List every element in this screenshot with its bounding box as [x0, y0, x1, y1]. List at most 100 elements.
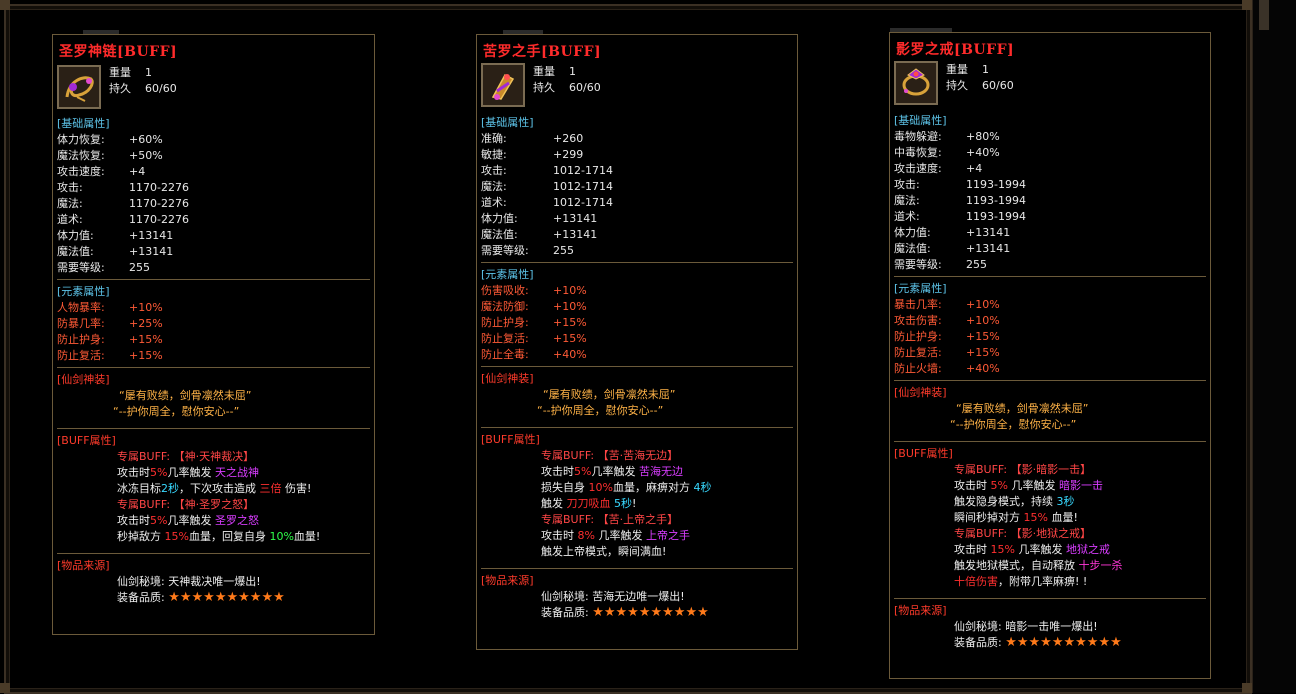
stat-row: 体力值: +13141: [481, 212, 598, 225]
divider: [57, 428, 370, 429]
buff-segment: 几率触发: [1007, 479, 1059, 492]
element-row: 防止火墙: +40%: [894, 362, 1000, 375]
buff-segment: 血量!: [1047, 511, 1078, 524]
basic-attributes-header: [基础属性]: [481, 116, 534, 129]
buff-segment: 冰冻目标: [117, 482, 161, 495]
buff-segment: 十倍伤害: [954, 575, 998, 588]
buff-segment: 损失自身: [541, 481, 589, 494]
ring-icon[interactable]: [894, 61, 938, 105]
buff-segment: 专属BUFF: 【影·暗影一击】: [954, 463, 1092, 476]
divider: [481, 427, 793, 428]
quality-stars: ★★★★★★★★★★: [1005, 635, 1122, 650]
element-row: 魔法防御: +10%: [481, 300, 587, 313]
buff-line: 秒掉敌方 15%血量，回复自身 10%血量!: [117, 529, 370, 545]
gauntlet-bracelet-icon[interactable]: [481, 63, 525, 107]
element-row: 防止复活: +15%: [894, 346, 1000, 359]
buff-segment: 5%: [990, 479, 1008, 492]
set-header: [仙剑神装]: [57, 373, 110, 386]
tooltip-tab: [503, 30, 543, 34]
set-header: [仙剑神装]: [894, 386, 947, 399]
element-row: 暴击几率: +10%: [894, 298, 1000, 311]
stat-row: 魔法值: +13141: [894, 242, 1011, 255]
weight-row: 重量 1: [946, 63, 989, 76]
buff-line: 攻击时 5% 几率触发 暗影一击: [954, 478, 1206, 494]
buff-line: 专属BUFF: 【神·天神裁决】: [117, 449, 370, 465]
source-line: 仙剑秘境: 暗影一击唯一爆出!: [954, 620, 1098, 633]
basic-attributes-header: [基础属性]: [57, 117, 110, 130]
quality-row: 装备品质: ★★★★★★★★★★: [117, 590, 285, 605]
divider: [894, 441, 1206, 442]
buff-segment: 瞬间秒掉对方: [954, 511, 1024, 524]
divider: [481, 366, 793, 367]
tooltip-tab: [890, 28, 952, 32]
basic-attributes-section: [基础属性] 体力恢复: +60% 魔法恢复: +50% 攻击速度: +4 攻击: 11…: [57, 116, 370, 606]
quality-stars: ★★★★★★★★★★: [168, 590, 285, 605]
frame-corner: [1242, 0, 1252, 10]
element-row: 攻击伤害: +10%: [894, 314, 1000, 327]
buff-segment: 天之战神: [214, 466, 259, 479]
stat-row: 体力值: +13141: [894, 226, 1011, 239]
buff-segment: 3秒: [1056, 495, 1075, 508]
buff-line: 攻击时 15% 几率触发 地狱之戒: [954, 542, 1206, 558]
buff-line: 专属BUFF: 【影·地狱之戒】: [954, 526, 1206, 542]
frame-corner: [1242, 683, 1252, 693]
buff-segment: 攻击时: [117, 466, 150, 479]
element-row: 防止全毒: +40%: [481, 348, 587, 361]
divider: [894, 276, 1206, 277]
buff-segment: 触发隐身模式，持续: [954, 495, 1057, 508]
buff-lines: 专属BUFF: 【苦·苦海无边】 攻击时5%几率触发 苦海无边 损失自身 10%血量…: [481, 448, 793, 560]
buff-segment: 攻击时: [117, 514, 150, 527]
buff-header: [BUFF属性]: [57, 434, 116, 447]
buff-segment: 触发上帝模式，瞬间满血!: [541, 545, 667, 558]
element-row: 防暴几率: +25%: [57, 317, 163, 330]
buff-line: 触发 刀刀吸血 5秒!: [541, 496, 793, 512]
buff-segment: 苦海无边: [638, 465, 683, 478]
stat-row: 需要等级: 255: [481, 244, 574, 257]
stat-row: 需要等级: 255: [894, 258, 987, 271]
item-tooltip-kuluo: 苦罗之手[BUFF] 重量 1 持久 60/60 [基础属性] 准确: +260 敏捷…: [476, 30, 798, 650]
buff-segment: 伤害!: [281, 482, 312, 495]
weight-row: 重量 1: [533, 65, 576, 78]
buff-line: 触发地狱模式，自动释放 十步一杀: [954, 558, 1206, 574]
buff-segment: 血量，麻痹对方: [612, 481, 694, 494]
buff-line: 瞬间秒掉对方 15% 血量!: [954, 510, 1206, 526]
buff-line: 冰冻目标2秒，下次攻击造成 三倍 伤害!: [117, 481, 370, 497]
buff-segment: 4秒: [693, 481, 712, 494]
divider: [481, 262, 793, 263]
durability-row: 持久 60/60: [946, 79, 1014, 92]
chain-necklace-icon[interactable]: [57, 65, 101, 109]
durability-row: 持久 60/60: [533, 81, 601, 94]
stat-row: 中毒恢复: +40%: [894, 146, 1000, 159]
quality-row: 装备品质: ★★★★★★★★★★: [541, 605, 709, 620]
set-quote: “屡有败绩，剑骨凛然未屈”: [543, 388, 676, 401]
buff-segment: 暗影一击: [1058, 479, 1103, 492]
buff-segment: ，附带几率麻痹! !: [998, 575, 1088, 588]
stat-row: 攻击: 1170-2276: [57, 181, 189, 194]
buff-segment: 专属BUFF: 【神·天神裁决】: [117, 450, 255, 463]
stat-row: 魔法恢复: +50%: [57, 149, 163, 162]
buff-segment: 几率触发: [594, 529, 646, 542]
item-title: 苦罗之手[BUFF]: [483, 44, 602, 60]
buff-header: [BUFF属性]: [481, 433, 540, 446]
divider: [57, 367, 370, 368]
element-row: 防止护身: +15%: [481, 316, 587, 329]
buff-line: 十倍伤害，附带几率麻痹! !: [954, 574, 1206, 590]
buff-segment: 15%: [1023, 511, 1048, 524]
buff-line: 专属BUFF: 【神·圣罗之怒】: [117, 497, 370, 513]
right-edge-bar: [1252, 0, 1296, 693]
source-line: 仙剑秘境: 苦海无边唯一爆出!: [541, 590, 685, 603]
element-row: 防止护身: +15%: [57, 333, 163, 346]
buff-segment: 刀刀吸血: [566, 497, 611, 510]
divider: [57, 279, 370, 280]
buff-line: 专属BUFF: 【影·暗影一击】: [954, 462, 1206, 478]
element-row: 防止复活: +15%: [57, 349, 163, 362]
basic-attributes-header: [基础属性]: [894, 114, 947, 127]
buff-segment: 上帝之手: [645, 529, 690, 542]
scroll-knob[interactable]: [1259, 0, 1269, 30]
buff-segment: 几率触发: [591, 465, 639, 478]
stat-row: 魔法值: +13141: [481, 228, 598, 241]
buff-segment: 攻击时: [954, 479, 991, 492]
stat-row: 攻击速度: +4: [894, 162, 983, 175]
buff-segment: 8%: [577, 529, 595, 542]
buff-segment: 5%: [150, 466, 168, 479]
